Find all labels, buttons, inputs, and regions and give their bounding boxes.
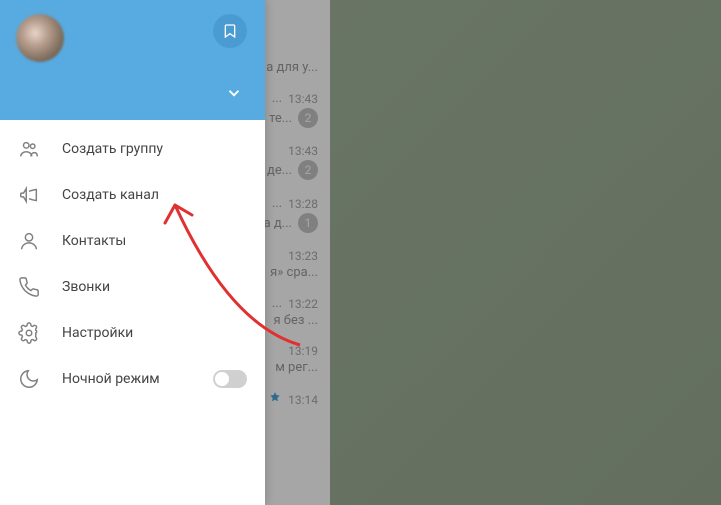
drawer-header	[0, 0, 265, 120]
chevron-down-icon	[225, 84, 243, 102]
moon-icon	[18, 368, 40, 390]
megaphone-icon	[18, 184, 40, 206]
menu-label: Звонки	[62, 279, 247, 295]
gear-icon	[18, 322, 40, 344]
menu-item-night-mode[interactable]: Ночной режим	[0, 356, 265, 402]
menu-label: Создать канал	[62, 187, 247, 203]
menu-label: Создать группу	[62, 141, 247, 157]
group-icon	[18, 138, 40, 160]
night-mode-toggle[interactable]	[213, 370, 247, 388]
saved-messages-button[interactable]	[213, 14, 247, 48]
menu-label: Настройки	[62, 325, 247, 341]
menu-item-contacts[interactable]: Контакты	[0, 218, 265, 264]
person-icon	[18, 230, 40, 252]
avatar[interactable]	[16, 14, 64, 62]
phone-icon	[18, 276, 40, 298]
menu-item-new-group[interactable]: Создать группу	[0, 126, 265, 172]
menu-item-settings[interactable]: Настройки	[0, 310, 265, 356]
menu-label: Контакты	[62, 233, 247, 249]
side-drawer: Создать группу Создать канал Контакты Зв…	[0, 0, 265, 505]
bookmark-icon	[222, 23, 238, 39]
expand-accounts-button[interactable]	[225, 84, 243, 106]
menu-item-calls[interactable]: Звонки	[0, 264, 265, 310]
menu-item-new-channel[interactable]: Создать канал	[0, 172, 265, 218]
drawer-menu: Создать группу Создать канал Контакты Зв…	[0, 120, 265, 408]
menu-label: Ночной режим	[62, 371, 191, 387]
